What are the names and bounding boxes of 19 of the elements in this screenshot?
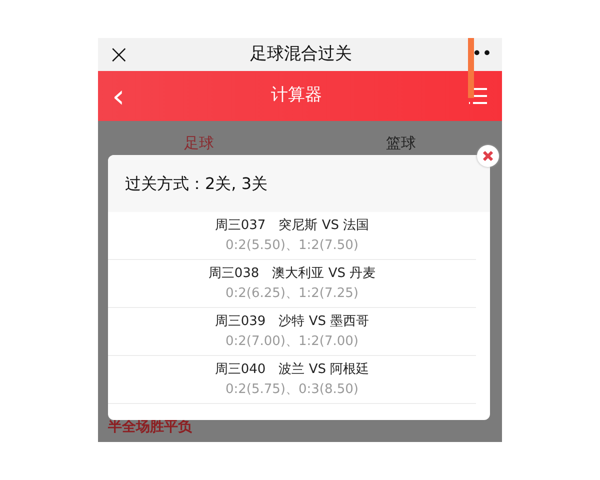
page-title: 足球混合过关 [250, 42, 352, 66]
more-button[interactable]: •• [472, 42, 492, 68]
close-icon [482, 150, 494, 162]
match-picks: 0:2(5.50)、1:2(7.50) [224, 237, 360, 255]
match-title: 周三037 突尼斯 VS 法国 [214, 217, 370, 235]
section-label: 半全场胜平负 [108, 418, 192, 437]
header-title: 计算器 [270, 84, 322, 108]
match-title: 周三040 波兰 VS 阿根廷 [214, 361, 370, 379]
close-button[interactable]: × [108, 42, 130, 68]
close-button[interactable] [477, 145, 499, 167]
back-button[interactable]: ‹ [112, 80, 125, 112]
match-title: 周三038 澳大利亚 VS 丹麦 [207, 265, 377, 283]
dialog-title: 过关方式：2关, 3关 [125, 172, 268, 194]
match-picks: 0:2(5.75)、0:3(8.50) [224, 381, 360, 399]
match-title: 周三039 沙特 VS 墨西哥 [214, 313, 370, 331]
match-picks: 0:2(6.25)、1:2(7.25) [224, 285, 360, 303]
tab[interactable]: 足球 [98, 132, 300, 155]
tab[interactable]: 篮球 [300, 132, 502, 155]
match-picks: 0:2(7.00)、1:2(7.00) [224, 333, 360, 351]
